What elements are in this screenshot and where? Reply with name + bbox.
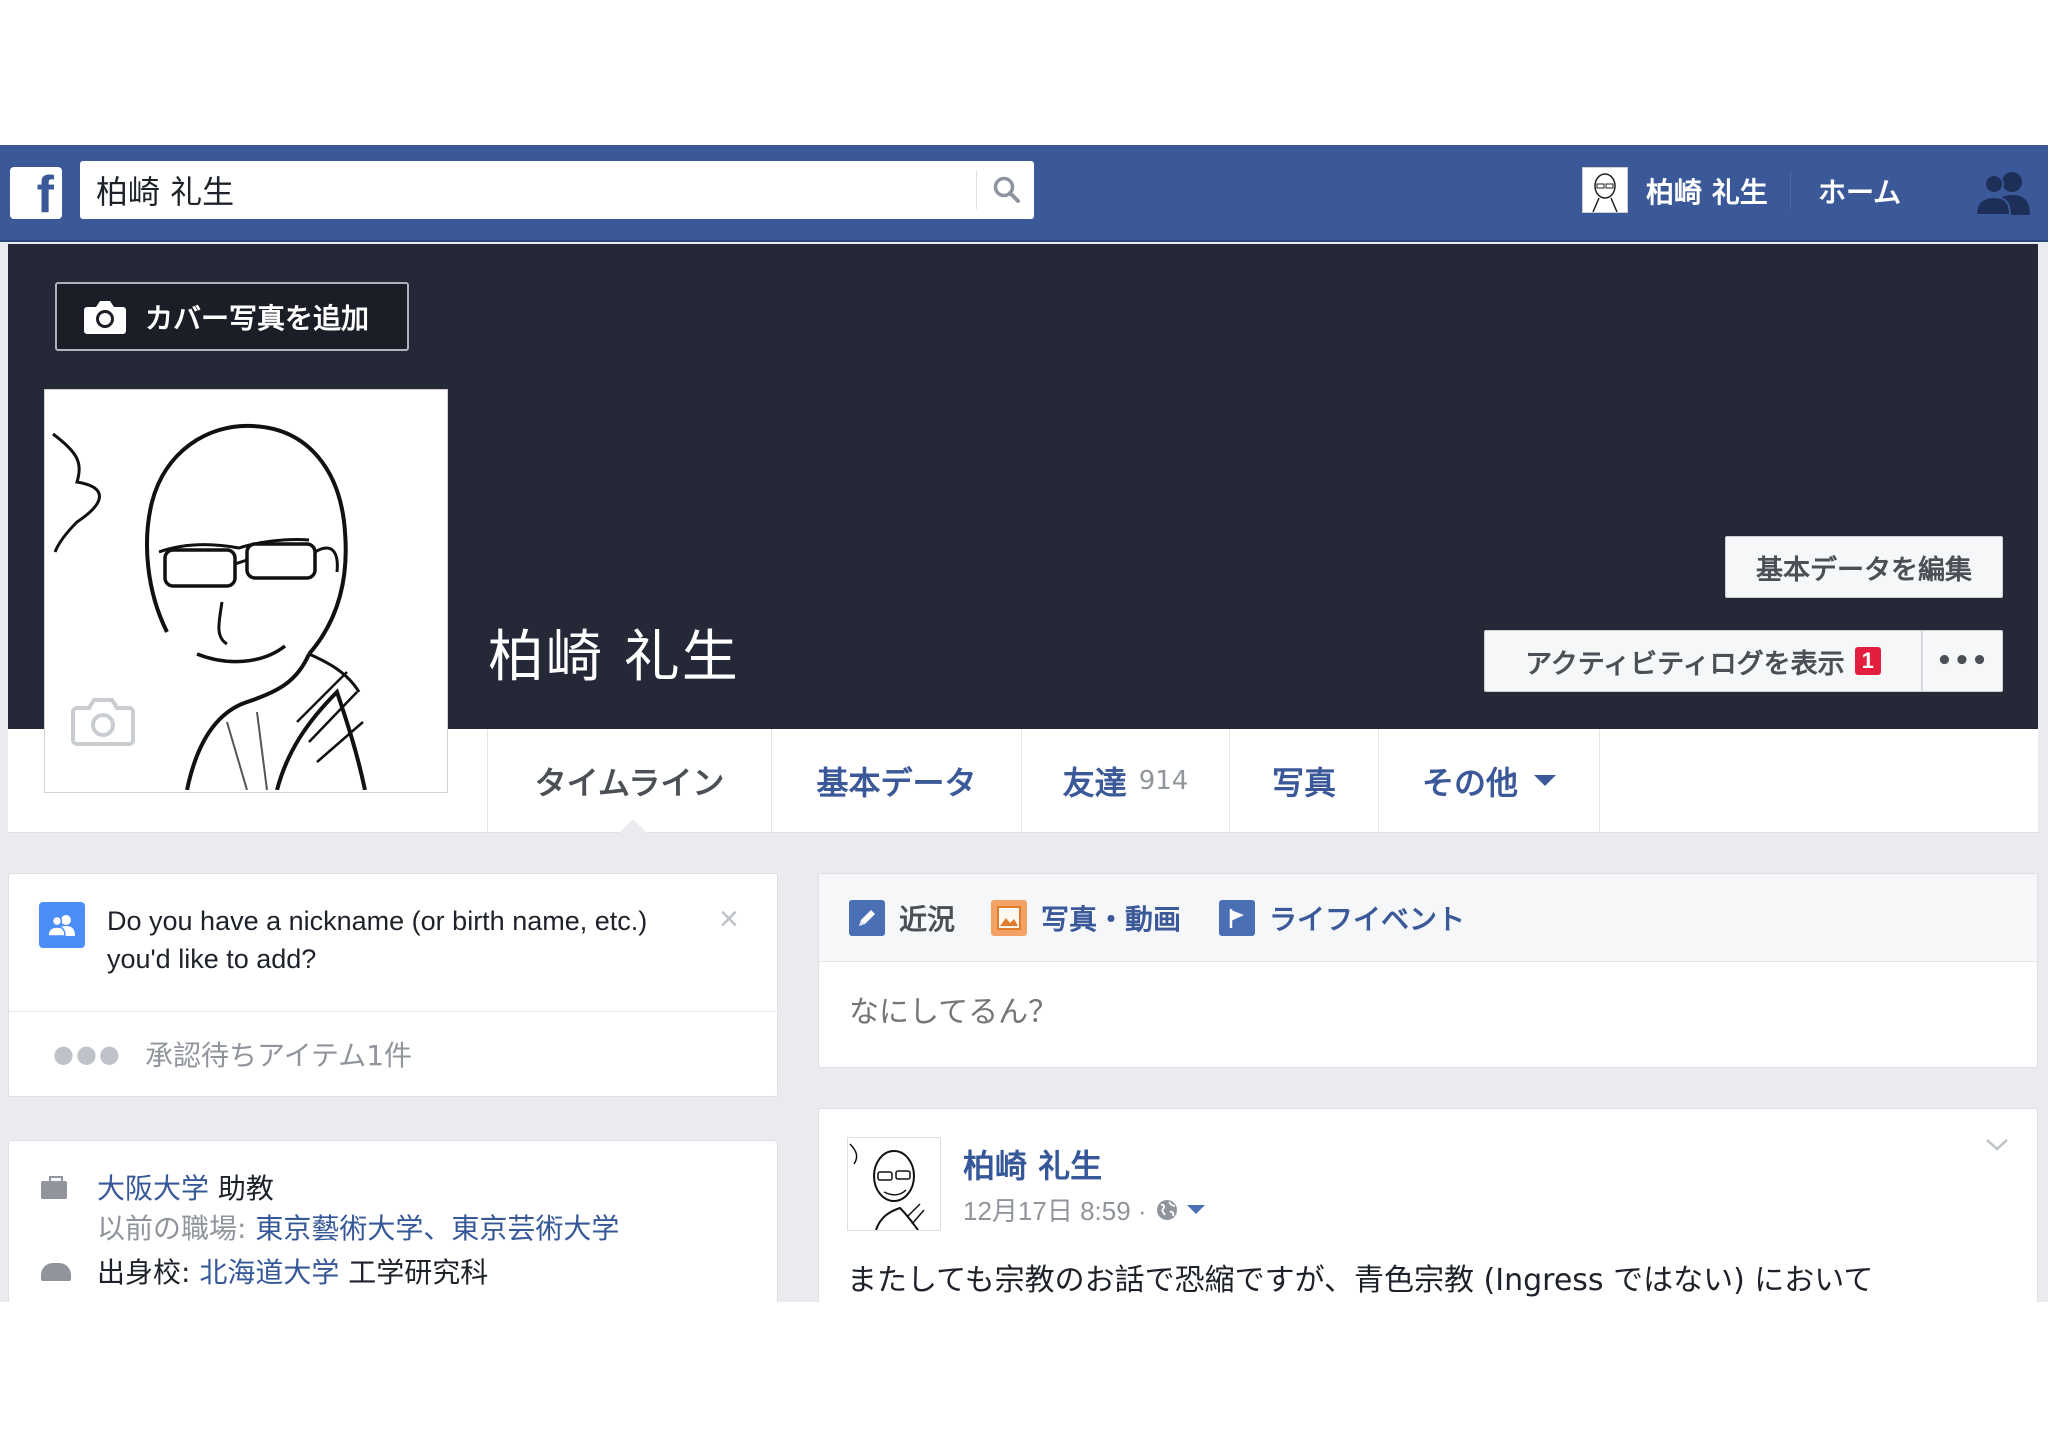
composer-input[interactable] (849, 984, 1999, 1040)
chevron-down-icon[interactable] (1985, 1137, 2009, 1157)
close-icon[interactable]: × (719, 900, 739, 939)
post-composer: 近況 写真・動画 ライフイベント (818, 873, 2038, 1068)
add-cover-photo-label: カバー写真を追加 (145, 301, 370, 335)
avatar[interactable] (847, 1137, 941, 1231)
pencil-icon (849, 900, 885, 936)
education-label: 出身校: (97, 1256, 200, 1289)
composer-life-event-label: ライフイベント (1269, 903, 1466, 936)
friends-icon (39, 902, 85, 948)
nav-user-name[interactable]: 柏崎 礼生 (1646, 171, 1768, 211)
activity-badge: 1 (1854, 647, 1881, 675)
nickname-prompt-text: Do you have a nickname (or birth name, e… (107, 906, 648, 974)
search-divider (976, 171, 977, 209)
tab-label: 写真 (1271, 764, 1336, 802)
tab-label: タイムライン (534, 764, 725, 802)
tab-label: 基本データ (816, 764, 977, 802)
education-dept: 工学研究科 (339, 1256, 489, 1289)
camera-icon (84, 300, 126, 334)
work-org-link[interactable]: 大阪大学 (97, 1172, 209, 1205)
more-options-button[interactable]: ••• (1922, 630, 2003, 692)
graduation-cap-icon (41, 1263, 71, 1281)
nav-divider (1790, 171, 1791, 209)
composer-header: 近況 写真・動画 ライフイベント (819, 874, 2037, 962)
view-activity-log-button[interactable]: アクティビティログを表示 1 (1484, 630, 1922, 692)
active-tab-indicator (619, 819, 647, 833)
tab-label: その他 (1421, 764, 1518, 802)
nav-avatar[interactable] (1582, 167, 1628, 213)
search-box (80, 161, 1034, 219)
previous-work-line: 以前の職場: 東京藝術大学、東京芸術大学 (97, 1207, 619, 1247)
previous-work-label: 以前の職場: (97, 1212, 256, 1245)
tab-photos[interactable]: 写真 (1229, 729, 1378, 833)
tab-more[interactable]: その他 (1378, 729, 1600, 833)
education-school-link[interactable]: 北海道大学 (199, 1256, 339, 1289)
work-role: 助教 (209, 1172, 274, 1205)
intro-card: 大阪大学 助教 以前の職場: 東京藝術大学、東京芸術大学 出身校: 北海道大学 … (8, 1140, 778, 1302)
nickname-prompt-card: Do you have a nickname (or birth name, e… (8, 873, 778, 1097)
composer-status-tab[interactable]: 近況 (849, 896, 955, 940)
work-line: 大阪大学 助教 (97, 1167, 274, 1207)
magnifier-icon (993, 176, 1020, 203)
profile-name: 柏崎 礼生 (488, 625, 740, 690)
avatar-sketch-small (1592, 173, 1618, 213)
tab-about[interactable]: 基本データ (771, 729, 1021, 833)
add-cover-photo-button[interactable]: カバー写真を追加 (55, 282, 409, 351)
post-body-text: またしても宗教のお話で恐縮ですが、青色宗教 (Ingress ではない) におい… (847, 1263, 1874, 1298)
timeline-post: 柏崎 礼生 12月17日 8:59 · またしても宗教のお話で恐縮ですが、青色宗… (818, 1108, 2038, 1302)
flag-icon (1219, 900, 1255, 936)
caret-down-icon[interactable] (1186, 1204, 1205, 1215)
previous-work-link[interactable]: 東京藝術大学、東京芸術大学 (255, 1212, 619, 1245)
facebook-logo-icon[interactable]: f (10, 167, 62, 219)
tab-timeline[interactable]: タイムライン (487, 729, 771, 833)
post-author-link[interactable]: 柏崎 礼生 (963, 1141, 1102, 1187)
pending-items-link[interactable]: 承認待ちアイテム1件 (145, 1034, 412, 1074)
composer-photo-label: 写真・動画 (1041, 903, 1182, 936)
education-line: 出身校: 北海道大学 工学研究科 (97, 1251, 488, 1291)
top-navigation-bar: f 柏崎 礼生 ホーム (0, 145, 2048, 242)
divider (9, 1011, 777, 1012)
composer-photo-tab[interactable]: 写真・動画 (991, 896, 1181, 940)
search-button[interactable] (980, 161, 1034, 219)
pending-dots-icon: ●●● (53, 1040, 122, 1068)
post-timestamp[interactable]: 12月17日 8:59 · (963, 1191, 1147, 1228)
post-meta: 12月17日 8:59 · (963, 1191, 1205, 1228)
caret-down-icon (1534, 775, 1556, 786)
friends-count: 914 (1138, 766, 1189, 796)
composer-life-event-tab[interactable]: ライフイベント (1219, 896, 1465, 940)
nav-home-link[interactable]: ホーム (1818, 171, 1901, 211)
friends-icon[interactable] (1974, 169, 2034, 219)
briefcase-icon (41, 1176, 67, 1199)
tab-friends[interactable]: 友達 914 (1021, 729, 1229, 833)
composer-status-label: 近況 (899, 903, 956, 936)
search-input[interactable] (96, 161, 976, 219)
tab-label: 友達 (1062, 764, 1127, 802)
edit-basic-info-button[interactable]: 基本データを編集 (1725, 536, 2003, 598)
profile-picture[interactable] (44, 389, 448, 793)
camera-icon[interactable] (71, 696, 135, 746)
photo-icon (991, 900, 1027, 936)
activity-log-label: アクティビティログを表示 (1525, 648, 1845, 680)
globe-icon[interactable] (1155, 1198, 1179, 1222)
avatar-sketch-small (849, 1143, 925, 1231)
facebook-profile-page: f 柏崎 礼生 ホーム (0, 145, 2048, 1302)
